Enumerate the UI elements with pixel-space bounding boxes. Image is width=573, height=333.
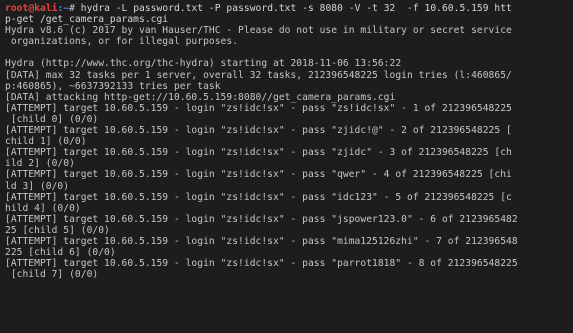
output-line: [ATTEMPT] target 10.60.5.159 - login "zs… [5, 191, 512, 203]
output-line: [ATTEMPT] target 10.60.5.159 - login "zs… [5, 102, 512, 114]
output-line: [ATTEMPT] target 10.60.5.159 - login "zs… [5, 125, 512, 137]
output-line: [ATTEMPT] target 10.60.5.159 - login "zs… [5, 258, 518, 270]
prompt-host: kali [34, 3, 58, 14]
output-line: [child 7] (0/0) [5, 269, 99, 281]
terminal-window[interactable]: root@kali:~# hydra -L password.txt -P pa… [0, 0, 573, 333]
output-line: [DATA] max 32 tasks per 1 server, overal… [5, 69, 512, 81]
output-line: 225 [child 6] (0/0) [5, 247, 116, 259]
output-line: p:460865), ~6637392133 tries per task [5, 80, 221, 92]
output-line: organizations, or for illegal purposes. [5, 36, 239, 48]
prompt-path: :~ [57, 3, 70, 14]
prompt-symbol: # [69, 3, 81, 14]
output-line: [ATTEMPT] target 10.60.5.159 - login "zs… [5, 213, 518, 225]
output-line: [ATTEMPT] target 10.60.5.159 - login "zs… [5, 147, 512, 159]
command-line-1: root@kali:~# hydra -L password.txt -P pa… [5, 3, 569, 14]
output-line: [ATTEMPT] target 10.60.5.159 - login "zs… [5, 235, 518, 247]
output-line: [child 0] (0/0) [5, 113, 99, 125]
output-line: [DATA] attacking http-get://10.60.5.159:… [5, 91, 396, 103]
output-line: ld 3] (0/0) [5, 180, 70, 192]
output-line: 25 [child 5] (0/0) [5, 224, 110, 236]
output-line: ild 2] (0/0) [5, 158, 75, 170]
output-line: [ATTEMPT] target 10.60.5.159 - login "zs… [5, 169, 512, 181]
terminal-output: Hydra v8.6 (c) 2017 by van Hauser/THC - … [5, 25, 569, 280]
prompt-user: root [5, 3, 29, 14]
output-line: Hydra (http://www.thc.org/thc-hydra) sta… [5, 58, 402, 70]
command-line-2: p-get /get_camera_params.cgi [5, 14, 169, 26]
output-line: Hydra v8.6 (c) 2017 by van Hauser/THC - … [5, 25, 512, 37]
command-text: hydra -L password.txt -P password.txt -s… [80, 3, 512, 14]
output-line: child 1] (0/0) [5, 136, 87, 148]
output-line: hild 4] (0/0) [5, 202, 81, 214]
